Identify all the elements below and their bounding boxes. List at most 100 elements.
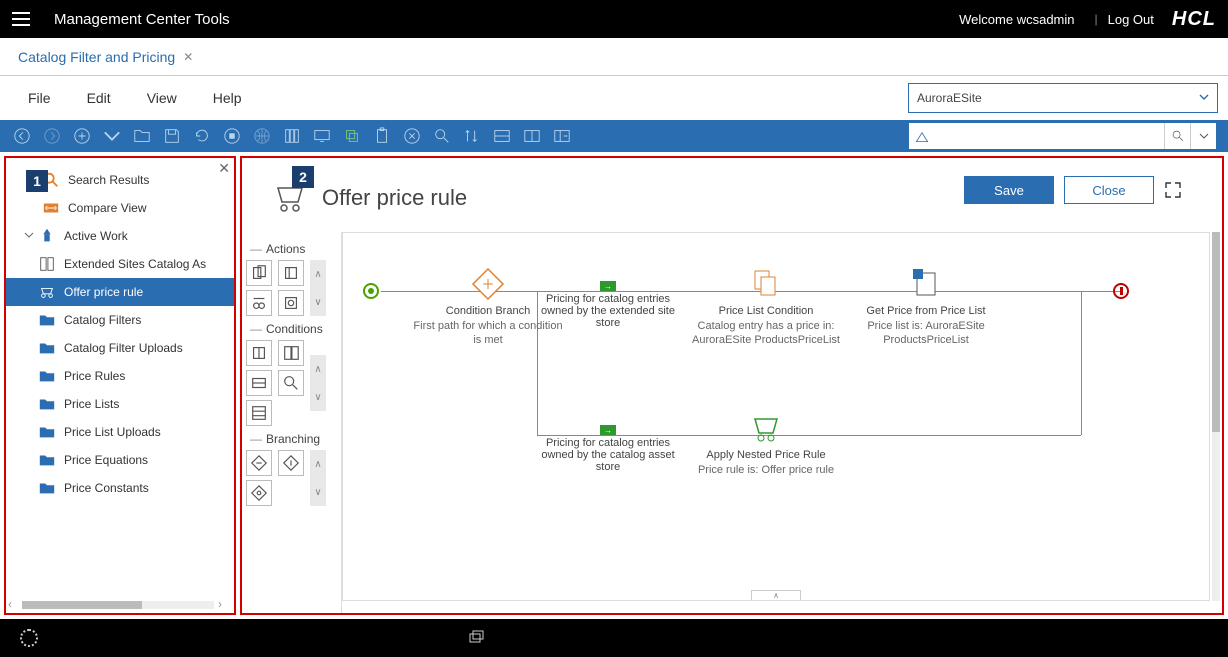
store-select[interactable]: AuroraESite [908,83,1218,113]
tree-label: Price Equations [64,453,148,467]
search-mode-icon[interactable] [908,123,934,149]
tab-catalog-filter-pricing[interactable]: Catalog Filter and Pricing [18,49,175,65]
callout-badge-2: 2 [292,166,314,188]
chevron-down-icon [1199,91,1209,105]
price-list-cond-icon [749,267,783,301]
flow-node-pricing-extended[interactable]: → Pricing for catalog entries owned by t… [533,281,683,331]
loading-spinner-icon [20,629,38,647]
canvas-wrap: 2 Offer price rule Save Close Actions ∧∨ [242,158,1222,613]
menu-edit[interactable]: Edit [69,84,129,112]
save-button[interactable]: Save [964,176,1054,204]
layout-v-icon[interactable] [522,126,542,146]
toolbar-search-wrap [908,123,1216,149]
layout-detail-icon[interactable] [552,126,572,146]
callout-badge-1: 1 [26,170,48,192]
editor-panel: 2 Offer price rule Save Close Actions ∧∨ [240,156,1224,615]
palette-action-1[interactable] [246,260,272,286]
save-icon[interactable] [162,126,182,146]
palette-scroll-conditions[interactable]: ∧∨ [310,355,326,411]
palette-scroll-actions[interactable]: ∧∨ [310,260,326,316]
palette-action-2[interactable] [278,260,304,286]
flow-node-nested-rule[interactable]: Apply Nested Price Rule Price rule is: O… [691,411,841,477]
tree-item-active-work[interactable]: Active Work [6,222,234,250]
tree-label: Extended Sites Catalog As [64,257,206,271]
tree-label: Catalog Filters [64,313,141,327]
forward-icon[interactable] [42,126,62,146]
palette-branch-1[interactable] [246,450,272,476]
menu-help[interactable]: Help [195,84,260,112]
search-dropdown-icon[interactable] [1190,123,1216,149]
palette-cond-5[interactable] [246,400,272,426]
window-icon[interactable] [468,630,484,646]
folder-icon [38,368,56,384]
tree-label: Price Lists [64,397,119,411]
palette-cond-1[interactable] [246,340,272,366]
get-price-icon [909,267,943,301]
stop-icon[interactable] [222,126,242,146]
palette-section-actions: Actions [250,242,337,256]
tree-label: Active Work [64,229,128,243]
open-icon[interactable] [132,126,152,146]
palette-cond-3[interactable] [246,370,272,396]
menu-file[interactable]: File [10,84,69,112]
toolbar-search-input[interactable] [934,123,1164,149]
tree-item-catalog-filter-uploads[interactable]: Catalog Filter Uploads [6,334,234,362]
palette-scroll-branching[interactable]: ∧∨ [310,450,326,506]
scroll-left-icon[interactable]: ‹ [8,597,20,611]
node-desc: Price rule is: Offer price rule [691,463,841,477]
monitor-icon[interactable] [312,126,332,146]
palette-action-3[interactable] [246,290,272,316]
menu-view[interactable]: View [129,84,195,112]
flow-node-pricing-catalog-asset[interactable]: → Pricing for catalog entries owned by t… [533,425,683,475]
logout-link[interactable]: Log Out [1108,12,1154,27]
columns-icon[interactable] [282,126,302,146]
find-icon[interactable] [432,126,452,146]
flow-start-node[interactable] [363,283,379,299]
sidebar-h-scrollbar[interactable] [22,601,214,609]
tree-label: Price List Uploads [64,425,161,439]
sidebar-close-icon[interactable]: ✕ [218,160,230,177]
tree-label: Price Constants [64,481,149,495]
refresh-icon[interactable] [192,126,212,146]
flow-canvas[interactable]: Condition Branch First path for which a … [342,232,1210,601]
palette-cond-4[interactable] [278,370,304,396]
globe-icon[interactable] [252,126,272,146]
palette-branch-2[interactable] [278,450,304,476]
tree-item-price-constants[interactable]: Price Constants [6,474,234,502]
copy-icon[interactable] [342,126,362,146]
diamond-icon [471,267,505,301]
paste-icon[interactable] [372,126,392,146]
palette-cond-2[interactable] [278,340,304,366]
flow-end-node[interactable] [1113,283,1129,299]
new-icon[interactable] [72,126,92,146]
separator: | [1095,12,1098,26]
close-button[interactable]: Close [1064,176,1154,204]
sort-icon[interactable] [462,126,482,146]
tree-item-compare-view[interactable]: Compare View [6,194,234,222]
flow-node-get-price[interactable]: Get Price from Price List Price list is:… [851,267,1001,348]
new-dropdown-icon[interactable] [102,126,122,146]
back-icon[interactable] [12,126,32,146]
tree-item-extended-sites[interactable]: Extended Sites Catalog As [6,250,234,278]
scroll-right-icon[interactable]: › [218,597,230,611]
expand-icon[interactable] [1164,181,1182,199]
delete-icon[interactable] [402,126,422,146]
tab-close-icon[interactable]: ✕ [183,50,193,64]
collapse-handle[interactable]: ∧ [751,590,801,600]
palette-branch-3[interactable] [246,480,272,506]
palette-action-4[interactable] [278,290,304,316]
layout-h-icon[interactable] [492,126,512,146]
tree-item-price-equations[interactable]: Price Equations [6,446,234,474]
statusbar [0,619,1228,657]
node-desc: Catalog entry has a price in: AuroraESit… [691,319,841,348]
flow-node-price-list-condition[interactable]: Price List Condition Catalog entry has a… [691,267,841,348]
tree-item-price-lists[interactable]: Price Lists [6,390,234,418]
active-work-icon [38,228,56,244]
search-button[interactable] [1164,123,1190,149]
editor-v-scrollbar[interactable] [1212,232,1220,601]
tree-item-price-rules[interactable]: Price Rules [6,362,234,390]
hamburger-icon[interactable] [12,12,30,26]
tree-item-catalog-filters[interactable]: Catalog Filters [6,306,234,334]
tree-item-offer-price-rule[interactable]: Offer price rule [6,278,234,306]
tree-item-price-list-uploads[interactable]: Price List Uploads [6,418,234,446]
